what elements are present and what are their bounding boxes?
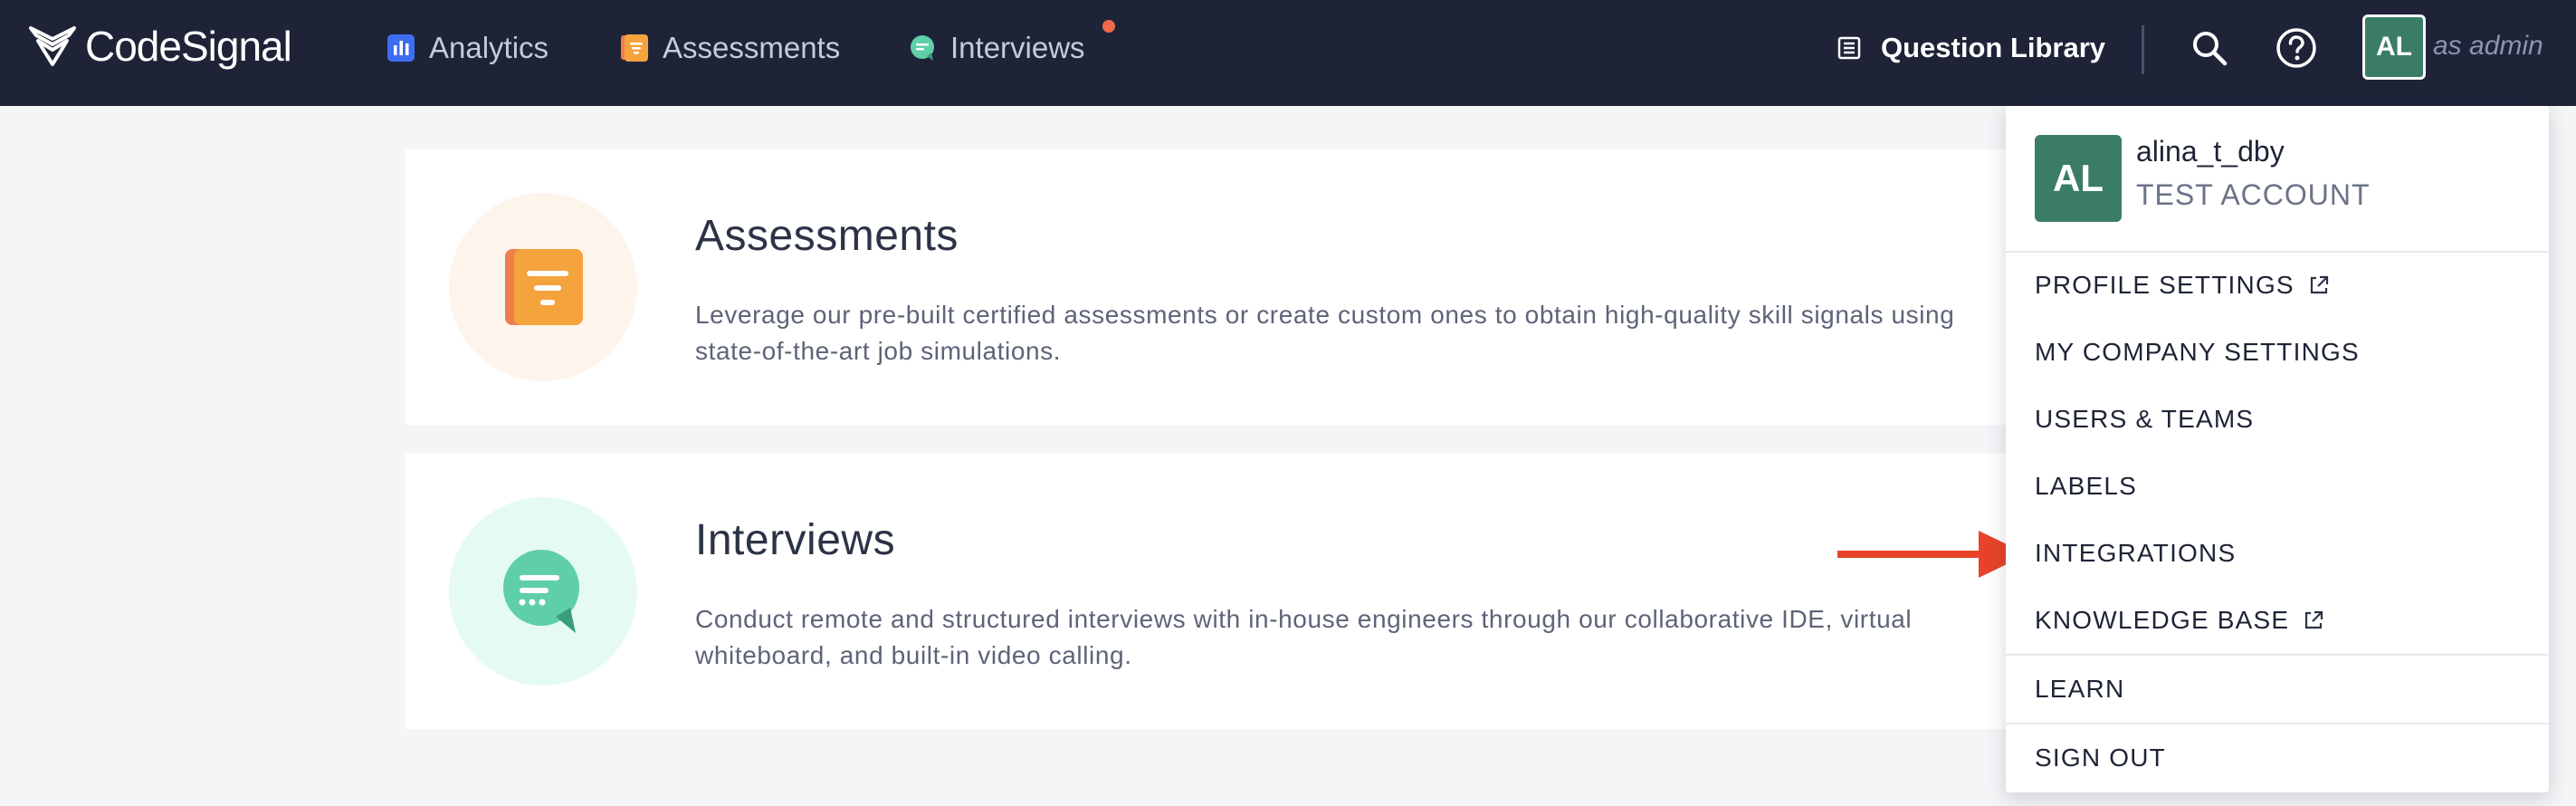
dropdown-account-type: TEST ACCOUNT [2136,178,2371,211]
assessments-card-icon-circle [449,193,637,381]
dropdown-username: alina_t_dby [2136,135,2285,168]
menu-divider [2006,654,2549,656]
analytics-icon [387,34,415,62]
menu-item-label: USERS & TEAMS [2035,405,2255,433]
user-avatar-initials: AL [2376,32,2412,62]
interviews-icon [911,35,934,61]
logo-text: CodeSignal [85,23,292,70]
menu-item-integrations[interactable]: INTEGRATIONS [2035,539,2236,568]
account-dropdown-menu: AL alina_t_dby TEST ACCOUNT PROFILE SETT… [2006,106,2549,792]
help-icon[interactable] [2274,25,2319,71]
question-library-link[interactable]: Question Library [1837,27,2105,69]
interviews-card-description: Conduct remote and structured interviews… [695,605,1913,669]
menu-item-users-teams[interactable]: USERS & TEAMS [2035,405,2254,434]
header-divider [2142,25,2144,74]
assessments-card[interactable]: Assessments Leverage our pre-built certi… [405,149,2035,425]
library-icon [1837,36,1861,60]
user-avatar[interactable]: AL [2362,14,2426,80]
external-link-icon [2305,610,2323,629]
menu-item-label: MY COMPANY SETTINGS [2035,338,2360,366]
dropdown-user-header: AL alina_t_dby TEST ACCOUNT [2006,106,2549,253]
menu-item-my-company-settings[interactable]: MY COMPANY SETTINGS [2035,338,2360,367]
menu-item-label: SIGN OUT [2035,744,2166,772]
nav-assessments[interactable]: Assessments [621,27,840,69]
annotation-arrow-icon [1837,531,2027,578]
menu-item-label: LEARN [2035,675,2125,703]
search-icon[interactable] [2189,27,2230,69]
external-link-icon [2310,275,2328,294]
interviews-card-title: Interviews [695,516,896,564]
assessments-icon [621,34,648,62]
top-navigation-bar: CodeSignal Analytics Assessments Intervi… [0,0,2576,106]
notification-dot [1102,20,1115,33]
nav-interviews-label: Interviews [950,31,1085,64]
codesignal-logo-icon [29,26,76,66]
menu-item-learn[interactable]: LEARN [2035,675,2124,704]
assessments-card-description: Leverage our pre-built certified assessm… [695,301,1955,365]
menu-divider [2006,723,2549,724]
interviews-card-icon-circle [449,497,637,686]
nav-assessments-label: Assessments [663,31,841,64]
codesignal-logo[interactable]: CodeSignal [27,22,292,71]
nav-analytics-label: Analytics [429,31,549,64]
assessments-icon [505,249,583,325]
menu-item-labels[interactable]: LABELS [2035,472,2137,501]
role-label: as admin [2433,31,2543,61]
menu-item-label: INTEGRATIONS [2035,539,2237,567]
nav-interviews[interactable]: Interviews [909,27,1085,69]
interviews-card[interactable]: Interviews Conduct remote and structured… [405,454,2035,729]
menu-item-label: LABELS [2035,472,2138,500]
menu-item-sign-out[interactable]: SIGN OUT [2035,744,2166,772]
dropdown-avatar-initials: AL [2053,157,2104,199]
menu-item-label: KNOWLEDGE BASE [2035,606,2290,634]
question-library-label: Question Library [1881,32,2106,63]
menu-item-label: PROFILE SETTINGS [2035,271,2295,299]
dropdown-avatar: AL [2035,135,2122,222]
menu-item-knowledge-base[interactable]: KNOWLEDGE BASE [2035,606,2325,635]
nav-analytics[interactable]: Analytics [387,27,549,69]
assessments-card-title: Assessments [695,212,959,260]
interviews-icon [503,550,579,633]
menu-item-profile-settings[interactable]: PROFILE SETTINGS [2035,271,2331,300]
